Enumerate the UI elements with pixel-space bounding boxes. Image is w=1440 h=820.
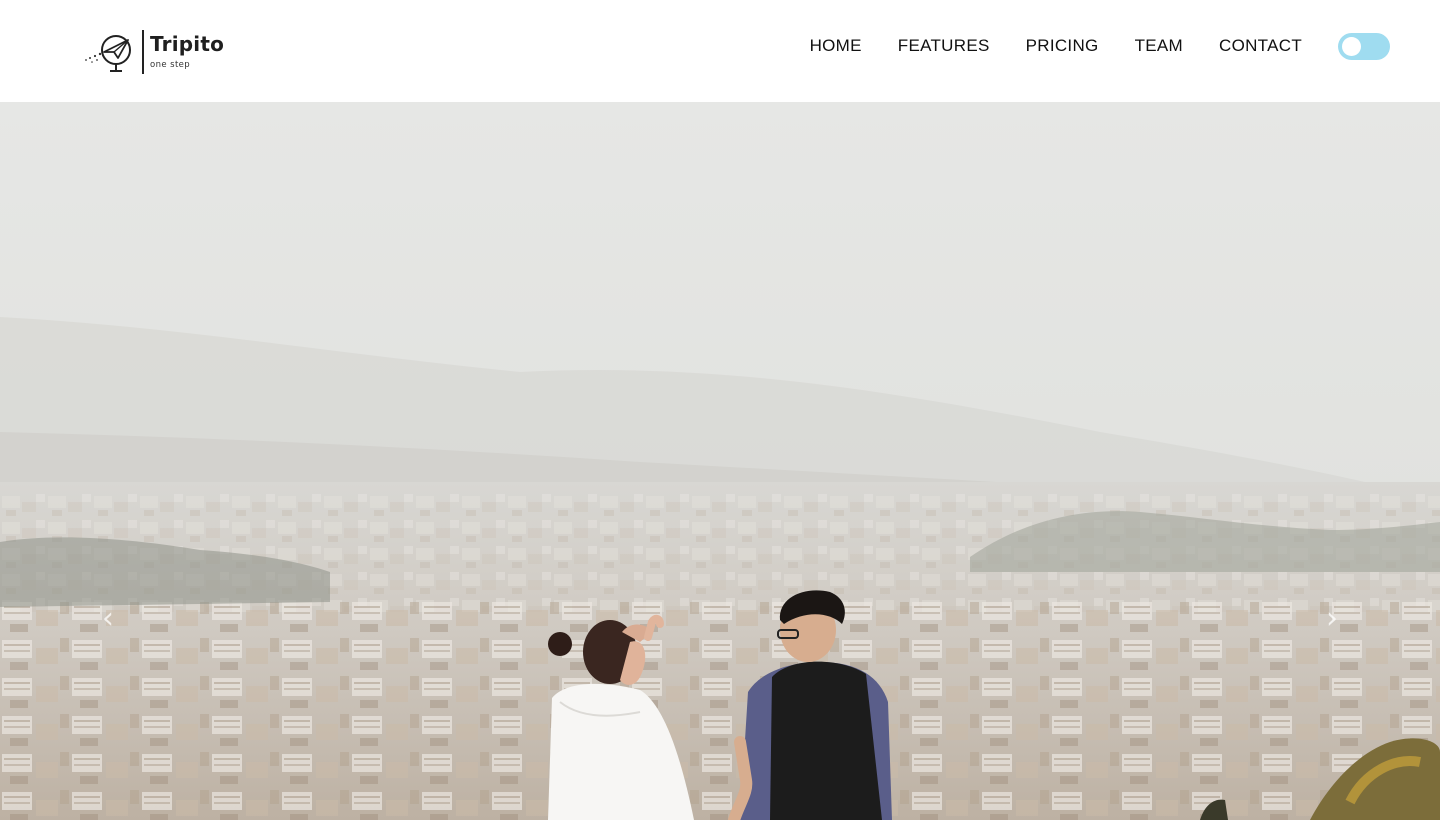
toggle-knob <box>1342 37 1361 56</box>
brand-name: Tripito <box>150 32 225 56</box>
brand-tagline: one step <box>150 60 191 70</box>
nav-item-home: HOME <box>810 36 862 56</box>
navbar: Tripito one step HOME FEATURES PRICING T… <box>0 0 1440 102</box>
carousel-next-button[interactable]: › <box>1312 598 1352 638</box>
chevron-right-icon: › <box>1326 600 1338 636</box>
brand-divider <box>142 30 144 74</box>
brand-logo-link[interactable]: Tripito one step <box>82 28 224 76</box>
paper-plane-globe-icon <box>85 35 131 72</box>
carousel-prev-button[interactable]: ‹ <box>88 598 128 638</box>
nav-link-pricing[interactable]: PRICING <box>1026 36 1099 55</box>
nav-link-contact[interactable]: CONTACT <box>1219 36 1302 55</box>
nav-link-team[interactable]: TEAM <box>1135 36 1183 55</box>
brand-text: Tripito one step <box>150 33 224 71</box>
nav-link-home[interactable]: HOME <box>810 36 862 55</box>
nav-item-features: FEATURES <box>862 36 990 56</box>
chevron-left-icon: ‹ <box>102 600 114 636</box>
theme-toggle-switch[interactable] <box>1338 33 1390 60</box>
nav-item-contact: CONTACT <box>1183 36 1302 56</box>
nav-menu: HOME FEATURES PRICING TEAM CONTACT <box>810 0 1302 92</box>
nav-item-pricing: PRICING <box>990 36 1099 56</box>
nav-link-features[interactable]: FEATURES <box>898 36 990 55</box>
hero-photo <box>0 102 1440 820</box>
hero-carousel: ‹ › <box>0 102 1440 820</box>
nav-item-team: TEAM <box>1099 36 1183 56</box>
